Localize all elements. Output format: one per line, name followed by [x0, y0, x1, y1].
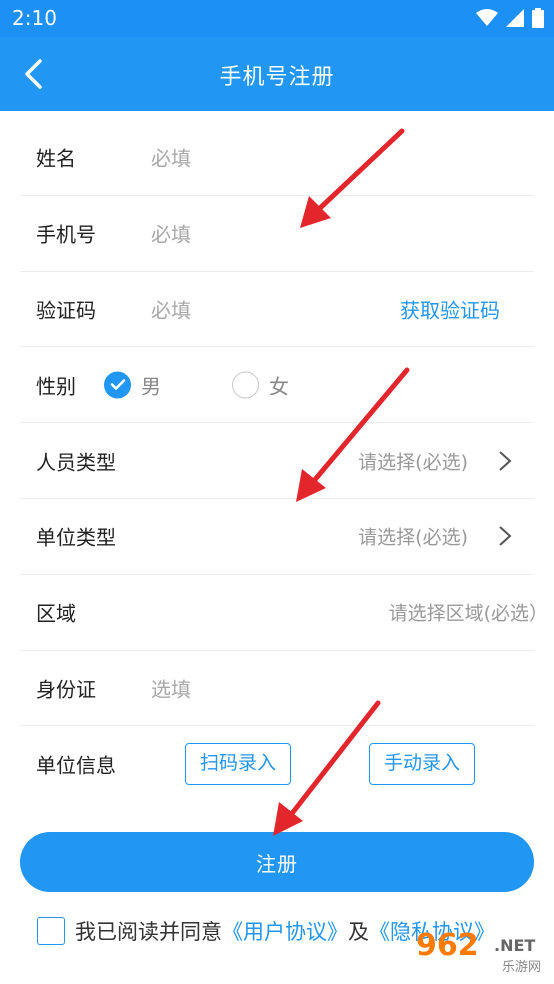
page-title: 手机号注册	[219, 65, 335, 90]
agreement-and: 及	[348, 920, 369, 944]
unchecked-radio-icon	[232, 371, 259, 399]
chevron-right-icon	[499, 450, 512, 471]
code-label: 验证码	[36, 298, 96, 323]
code-row: 验证码 必填 获取验证码	[20, 272, 534, 348]
status-time: 2:10	[12, 6, 57, 30]
watermark-suffix: .NET	[494, 936, 536, 955]
agreement-prefix: 我已阅读并同意	[75, 920, 222, 944]
watermark-number: 962	[416, 928, 479, 963]
watermark-subtitle: 乐游网	[502, 960, 542, 975]
unit-type-select[interactable]: 请选择(必选)	[358, 523, 468, 550]
user-agreement-link[interactable]: 《用户协议》	[222, 916, 348, 946]
phone-label: 手机号	[36, 222, 96, 247]
person-type-label: 人员类型	[36, 450, 116, 475]
battery-icon	[532, 8, 544, 28]
id-card-input[interactable]: 选填	[151, 673, 191, 702]
phone-input[interactable]: 必填	[151, 219, 191, 248]
code-input[interactable]: 必填	[151, 294, 191, 323]
wifi-icon	[476, 9, 498, 26]
area-select[interactable]: 请选择区域(必选）	[389, 599, 548, 626]
signal-icon	[506, 9, 524, 27]
get-code-button[interactable]: 获取验证码	[400, 294, 500, 323]
register-form: 姓名 必填 手机号 必填 验证码 必填 获取验证码 性别 男 女 人员类型 请选…	[20, 120, 548, 802]
register-button[interactable]: 注册	[20, 832, 534, 892]
agreement-checkbox[interactable]	[37, 917, 65, 945]
status-icons	[476, 7, 544, 29]
manual-entry-button[interactable]: 手动录入	[369, 743, 476, 786]
id-card-label: 身份证	[36, 677, 96, 702]
status-bar: 2:10	[0, 0, 554, 37]
gender-female-radio[interactable]: 女	[232, 370, 289, 399]
person-type-row[interactable]: 人员类型 请选择(必选)	[20, 423, 534, 499]
gender-row: 性别 男 女	[20, 347, 534, 424]
nav-bar: 手机号注册	[0, 37, 554, 111]
phone-row: 手机号 必填	[20, 196, 534, 272]
area-row[interactable]: 区域 请选择区域(必选）	[20, 575, 548, 651]
name-label: 姓名	[36, 146, 76, 171]
unit-info-label: 单位信息	[36, 753, 116, 778]
unit-type-label: 单位类型	[36, 525, 116, 550]
name-input[interactable]: 必填	[151, 143, 191, 172]
gender-label: 性别	[36, 374, 76, 399]
watermark-logo: 962 .NET 乐游网	[412, 928, 548, 978]
gender-female-label: 女	[269, 374, 289, 399]
chevron-right-icon	[499, 526, 512, 547]
scan-entry-button[interactable]: 扫码录入	[185, 743, 292, 786]
area-label: 区域	[36, 601, 76, 626]
unit-info-row: 单位信息 扫码录入 手动录入	[20, 726, 534, 802]
gender-male-radio[interactable]: 男	[104, 370, 161, 399]
name-row: 姓名 必填	[20, 120, 534, 196]
checked-radio-icon	[104, 371, 131, 399]
unit-type-row[interactable]: 单位类型 请选择(必选)	[20, 499, 534, 575]
person-type-select[interactable]: 请选择(必选)	[358, 447, 468, 474]
gender-male-label: 男	[141, 374, 161, 399]
id-card-row: 身份证 选填	[20, 651, 534, 727]
